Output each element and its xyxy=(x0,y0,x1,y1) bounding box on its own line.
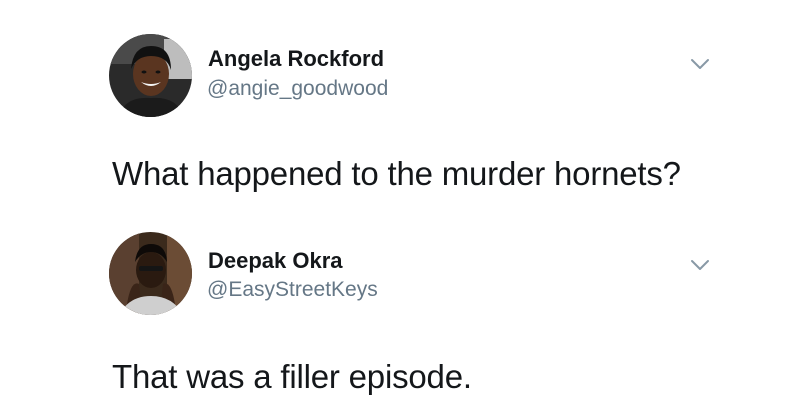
tweet-text: That was a filler episode. xyxy=(112,358,472,395)
display-name[interactable]: Deepak Okra xyxy=(208,248,343,274)
avatar-deepak-image xyxy=(109,232,192,315)
chevron-down-icon[interactable] xyxy=(690,57,710,71)
display-name[interactable]: Angela Rockford xyxy=(208,46,384,72)
user-handle[interactable]: @angie_goodwood xyxy=(207,77,388,101)
avatar-deepak[interactable] xyxy=(109,232,192,315)
user-handle[interactable]: @EasyStreetKeys xyxy=(207,278,378,302)
avatar-angela-image xyxy=(109,34,192,117)
avatar-angela[interactable] xyxy=(109,34,192,117)
chevron-down-icon[interactable] xyxy=(690,258,710,272)
tweet-text: What happened to the murder hornets? xyxy=(112,155,681,192)
